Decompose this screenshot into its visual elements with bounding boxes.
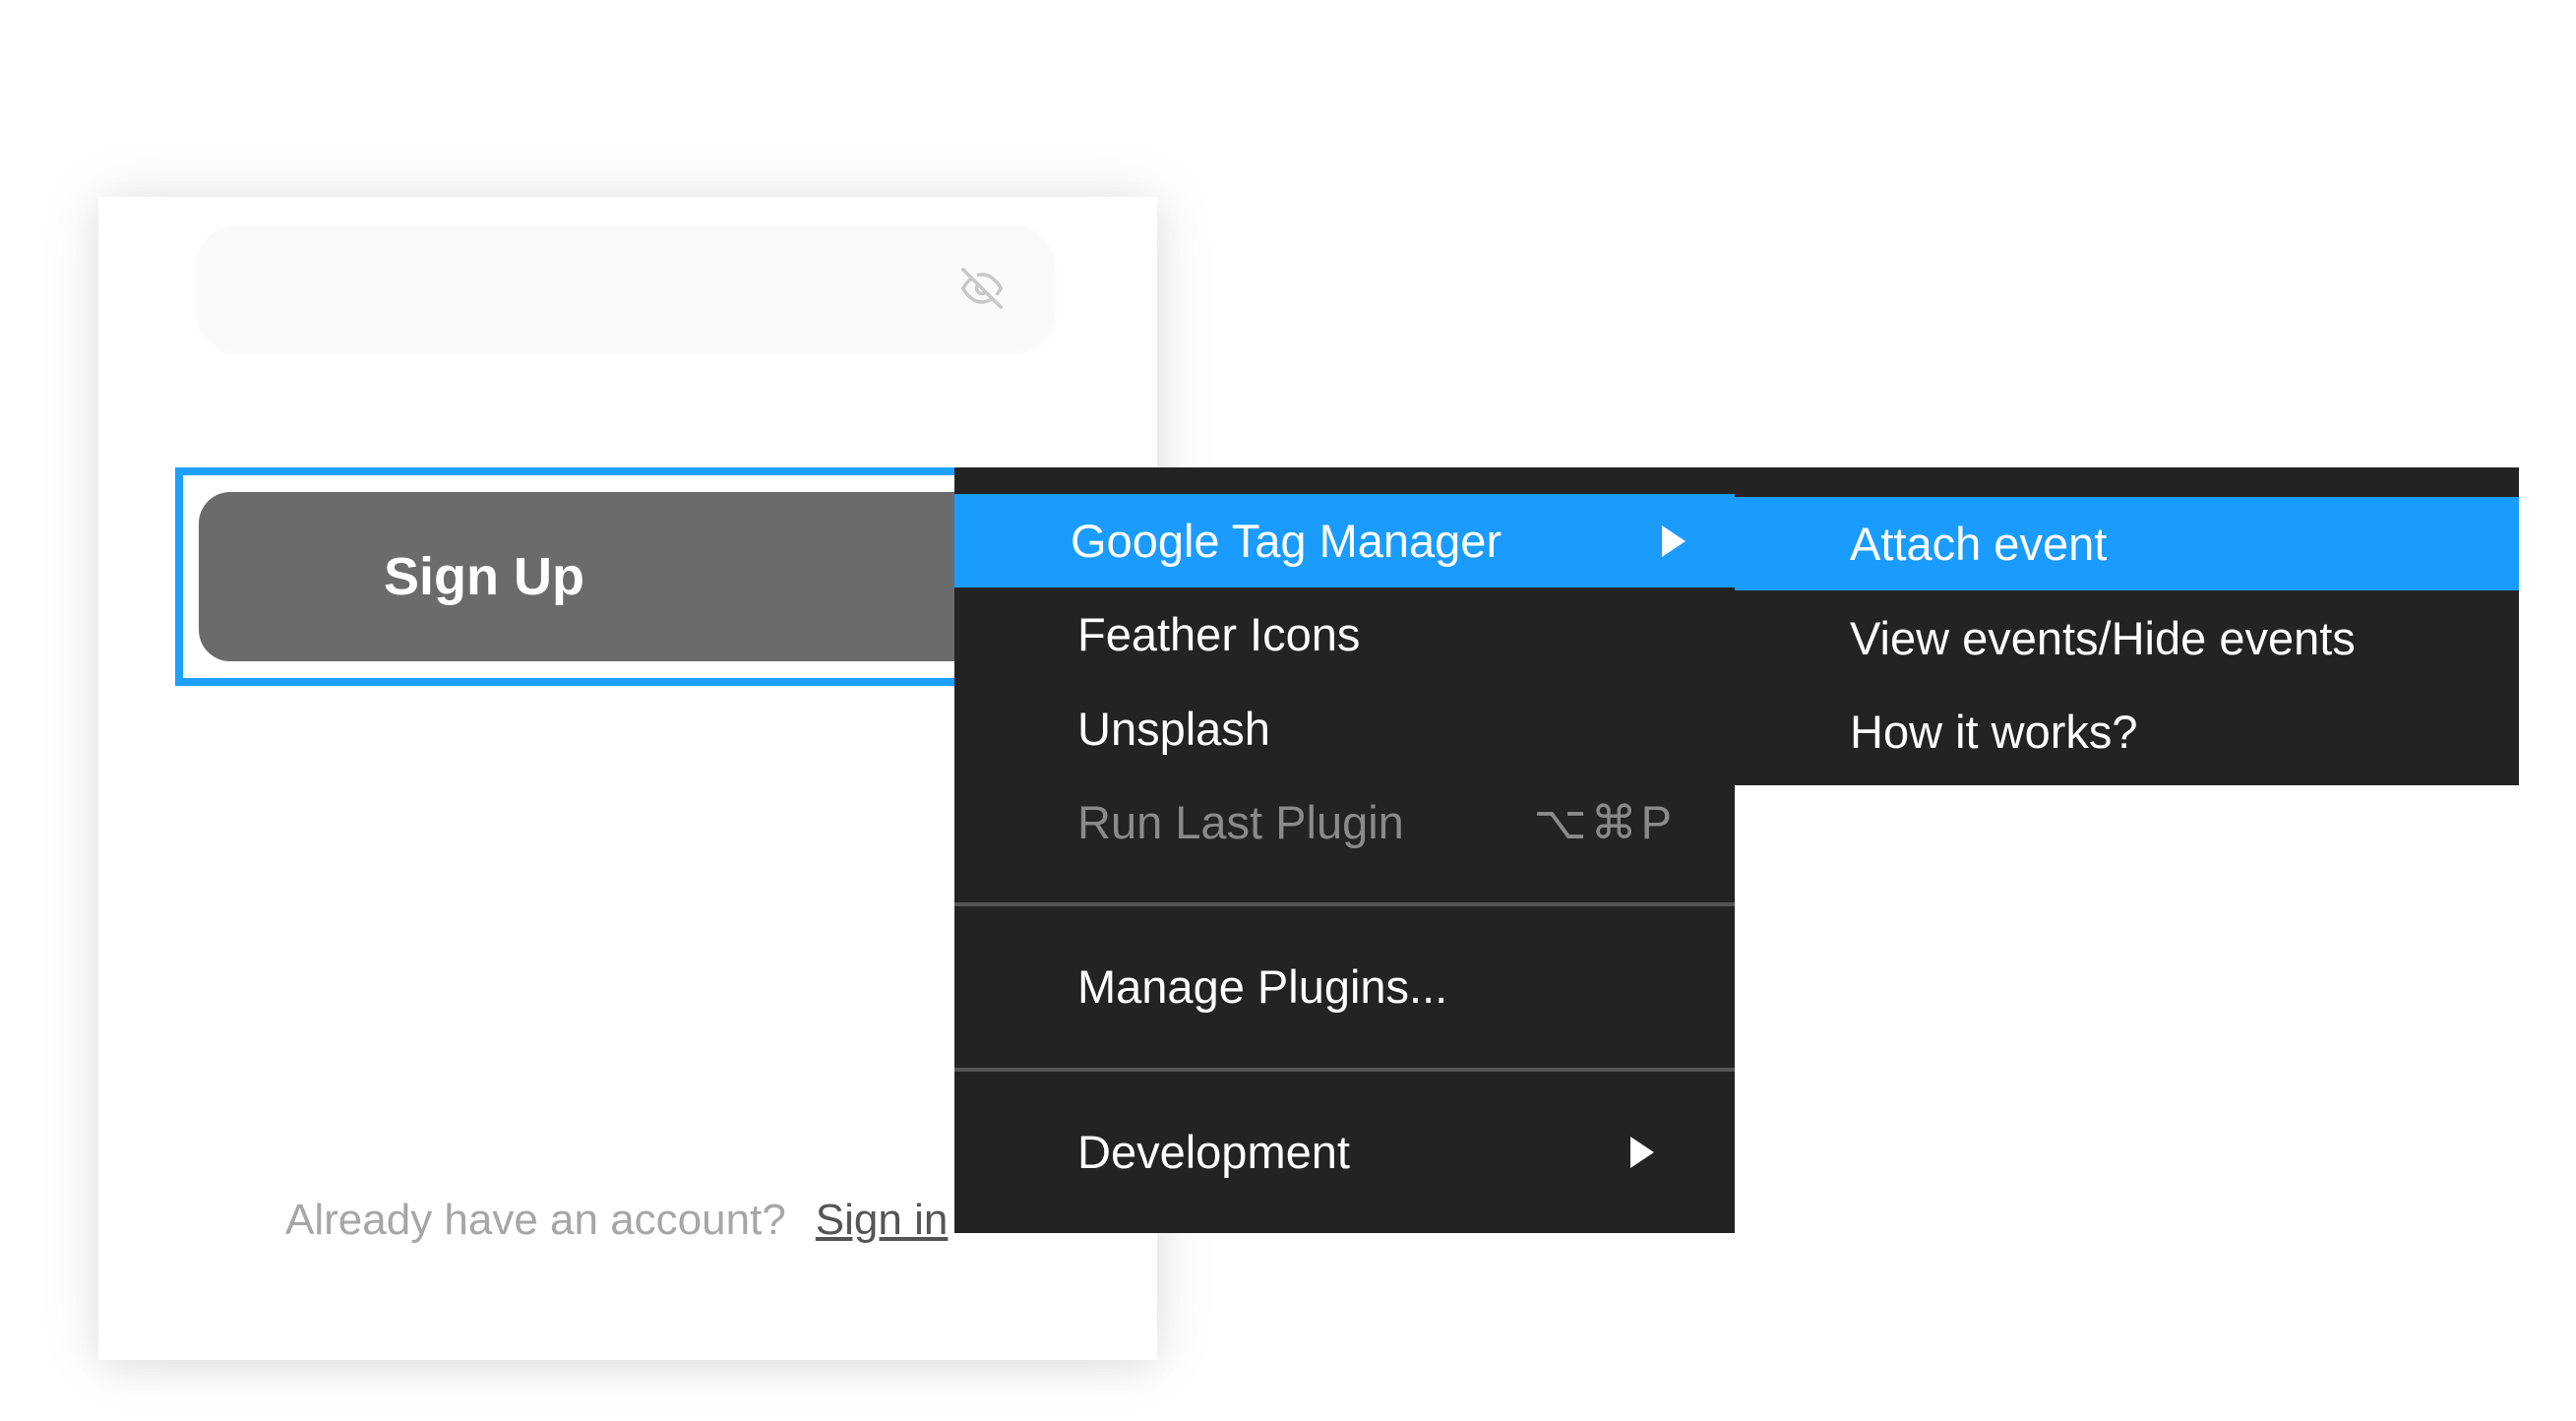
menu-item-label: Development bbox=[1077, 1126, 1350, 1178]
submenu-item-how-it-works[interactable]: How it works? bbox=[1735, 685, 2519, 778]
plugins-menu: Google Tag Manager Feather Icons Unsplas… bbox=[954, 467, 1735, 1233]
chevron-right-icon bbox=[1630, 1136, 1654, 1168]
menu-item-label: Run Last Plugin bbox=[1077, 796, 1404, 848]
password-field[interactable] bbox=[198, 226, 1054, 349]
menu-item-label: View events/Hide events bbox=[1850, 612, 2356, 664]
gtm-submenu: Attach event View events/Hide events How… bbox=[1735, 467, 2519, 785]
menu-item-label: Attach event bbox=[1850, 518, 2108, 570]
chevron-right-icon bbox=[1662, 525, 1686, 557]
menu-item-label: Google Tag Manager bbox=[1071, 515, 1503, 567]
submenu-item-attach-event[interactable]: Attach event bbox=[1735, 497, 2519, 590]
menu-item-google-tag-manager[interactable]: Google Tag Manager bbox=[954, 494, 1735, 587]
menu-divider bbox=[954, 902, 1735, 906]
menu-item-run-last-plugin[interactable]: Run Last Plugin ⌥⌘P bbox=[954, 775, 1735, 869]
menu-divider bbox=[954, 1068, 1735, 1072]
menu-item-unsplash[interactable]: Unsplash bbox=[954, 682, 1735, 775]
menu-item-feather-icons[interactable]: Feather Icons bbox=[954, 587, 1735, 681]
submenu-item-view-events[interactable]: View events/Hide events bbox=[1735, 591, 2519, 685]
shortcut-label: ⌥⌘P bbox=[1533, 795, 1676, 848]
eye-off-icon[interactable] bbox=[959, 268, 1005, 309]
menu-item-label: Feather Icons bbox=[1077, 608, 1361, 660]
menu-item-label: Manage Plugins... bbox=[1077, 960, 1448, 1013]
menu-item-label: Unsplash bbox=[1077, 703, 1270, 755]
signin-link[interactable]: Sign in bbox=[816, 1196, 949, 1244]
menu-item-manage-plugins[interactable]: Manage Plugins... bbox=[954, 940, 1735, 1033]
menu-item-development[interactable]: Development bbox=[954, 1105, 1735, 1199]
signin-row: Already have an account? Sign in bbox=[285, 1196, 948, 1245]
menu-item-label: How it works? bbox=[1850, 706, 2138, 758]
already-text: Already have an account? bbox=[285, 1196, 786, 1244]
